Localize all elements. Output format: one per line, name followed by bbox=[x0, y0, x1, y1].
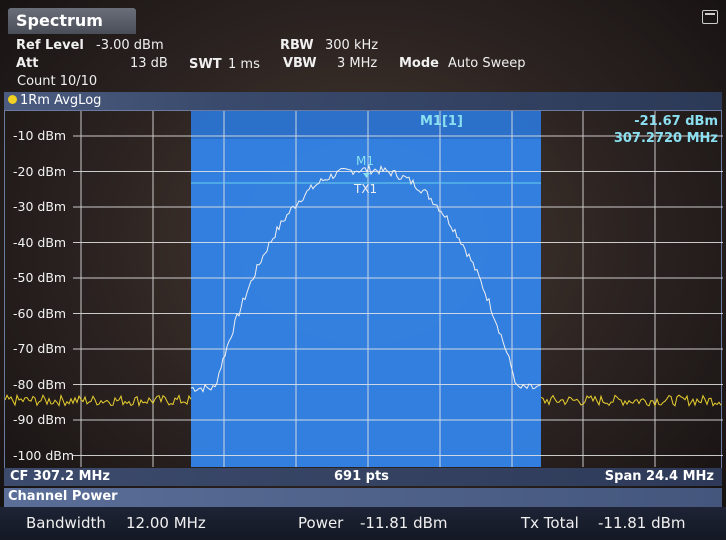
y-tick-label: -70 dBm bbox=[13, 341, 67, 356]
bandwidth-label: Bandwidth bbox=[26, 514, 106, 532]
center-frequency[interactable]: CF 307.2 MHz bbox=[10, 469, 110, 484]
y-tick-label: -50 dBm bbox=[13, 270, 67, 285]
y-tick-label: -100 dBm bbox=[13, 447, 75, 463]
bandwidth-value: 12.00 MHz bbox=[126, 514, 206, 532]
mode-value[interactable]: Auto Sweep bbox=[448, 56, 525, 71]
trace-noise-left bbox=[5, 393, 192, 408]
trace-noise-right bbox=[540, 394, 722, 408]
tx-total-label: Tx Total bbox=[521, 514, 579, 532]
y-tick-label: -30 dBm bbox=[13, 199, 67, 214]
y-tick-label: -20 dBm bbox=[13, 163, 67, 179]
tab-bar: Spectrum bbox=[4, 8, 724, 34]
y-tick-label: -40 dBm bbox=[13, 234, 67, 250]
y-tick-label: -80 dBm bbox=[13, 376, 67, 392]
marker-level-readout: -21.67 dBm bbox=[634, 114, 718, 129]
swt-label: SWT bbox=[189, 57, 222, 72]
analyzer-screen: Spectrum Ref Level -3.00 dBm RBW 300 kHz… bbox=[0, 0, 726, 540]
y-tick-label: -90 dBm bbox=[13, 412, 67, 427]
channel-power-header: Channel Power bbox=[4, 488, 722, 507]
power-label: Power bbox=[298, 514, 344, 532]
tab-spectrum[interactable]: Spectrum bbox=[8, 8, 136, 34]
tx-total-value: -11.81 dBm bbox=[598, 514, 686, 532]
rbw-label: RBW bbox=[280, 38, 314, 53]
vbw-value[interactable]: 3 MHz bbox=[337, 56, 377, 71]
y-tick-label: -60 dBm bbox=[13, 305, 67, 321]
settings-panel: Ref Level -3.00 dBm RBW 300 kHz Att 13 d… bbox=[0, 36, 726, 90]
vbw-label: VBW bbox=[283, 56, 317, 71]
window-icon[interactable] bbox=[702, 10, 718, 24]
marker-m1-label: M1 bbox=[356, 154, 374, 168]
ref-level-label: Ref Level bbox=[16, 38, 84, 53]
att-label: Att bbox=[16, 56, 39, 71]
att-value[interactable]: 13 dB bbox=[130, 56, 168, 71]
swt-value[interactable]: 1 ms bbox=[228, 57, 260, 72]
y-tick-label: -10 dBm bbox=[13, 128, 67, 143]
marker-name: M1[1] bbox=[420, 114, 463, 129]
frequency-span[interactable]: Span 24.4 MHz bbox=[605, 469, 714, 484]
channel-power-results: Bandwidth 12.00 MHz Power -11.81 dBm Tx … bbox=[0, 507, 726, 540]
sweep-points[interactable]: 691 pts bbox=[334, 469, 389, 484]
trace-bar[interactable]: 1Rm AvgLog bbox=[4, 92, 722, 110]
ref-level-value[interactable]: -3.00 dBm bbox=[96, 38, 164, 53]
frequency-axis-bar: CF 307.2 MHz 691 pts Span 24.4 MHz bbox=[4, 468, 722, 486]
sweep-count: Count 10/10 bbox=[17, 74, 98, 89]
marker-freq-readout: 307.2720 MHz bbox=[613, 131, 718, 146]
trace-indicator-icon bbox=[8, 95, 17, 104]
trace-label: 1Rm AvgLog bbox=[20, 93, 102, 108]
power-value: -11.81 dBm bbox=[360, 514, 448, 532]
channel-tx1-label: TX1 bbox=[354, 182, 378, 196]
rbw-value[interactable]: 300 kHz bbox=[325, 38, 378, 53]
mode-label: Mode bbox=[399, 56, 439, 71]
